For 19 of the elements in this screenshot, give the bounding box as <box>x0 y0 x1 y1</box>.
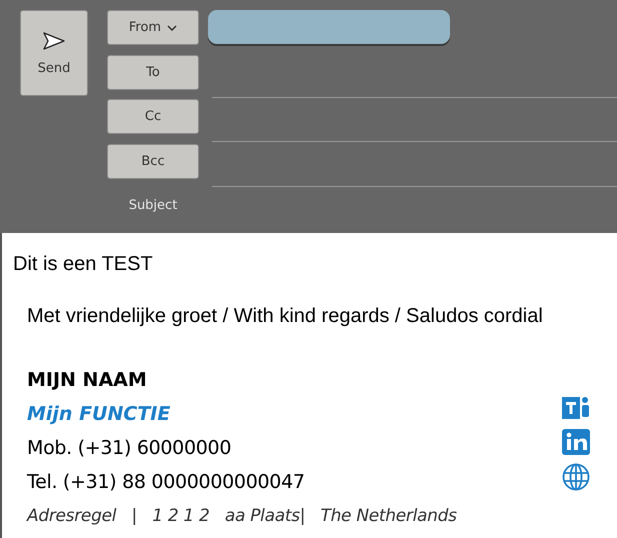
from-dropdown[interactable]: From <box>107 10 199 45</box>
recipient-button[interactable]: Cc <box>107 99 199 134</box>
send-button[interactable]: Send <box>20 10 88 96</box>
mobile-number: Mob. (+31) 60000000 <box>27 436 232 461</box>
phone-number: Tel. (+31) 88 0000000000047 <box>27 470 306 495</box>
job-title: Mijn FUNCTIE <box>27 402 172 427</box>
recipient-button[interactable]: To <box>107 54 199 90</box>
address-text: Adresregel | 1 2 1 2 aa Plaats| The Netherlands <box>27 505 458 528</box>
signature-name: MIJN NAAM <box>27 368 148 393</box>
chevron-down-icon <box>167 24 178 30</box>
from-field[interactable] <box>208 10 450 44</box>
subject-label: Subject <box>128 198 178 214</box>
teams-icon[interactable] <box>562 395 590 421</box>
recipient-button[interactable]: Bcc <box>107 144 199 179</box>
message-text: Dit is een TEST <box>13 253 154 276</box>
send-icon <box>42 30 66 50</box>
linkedin-icon[interactable] <box>562 429 590 455</box>
greeting-text: Met vriendelijke groet / With kind regards / Saludos cordial <box>27 305 544 328</box>
globe-icon[interactable] <box>562 463 590 491</box>
